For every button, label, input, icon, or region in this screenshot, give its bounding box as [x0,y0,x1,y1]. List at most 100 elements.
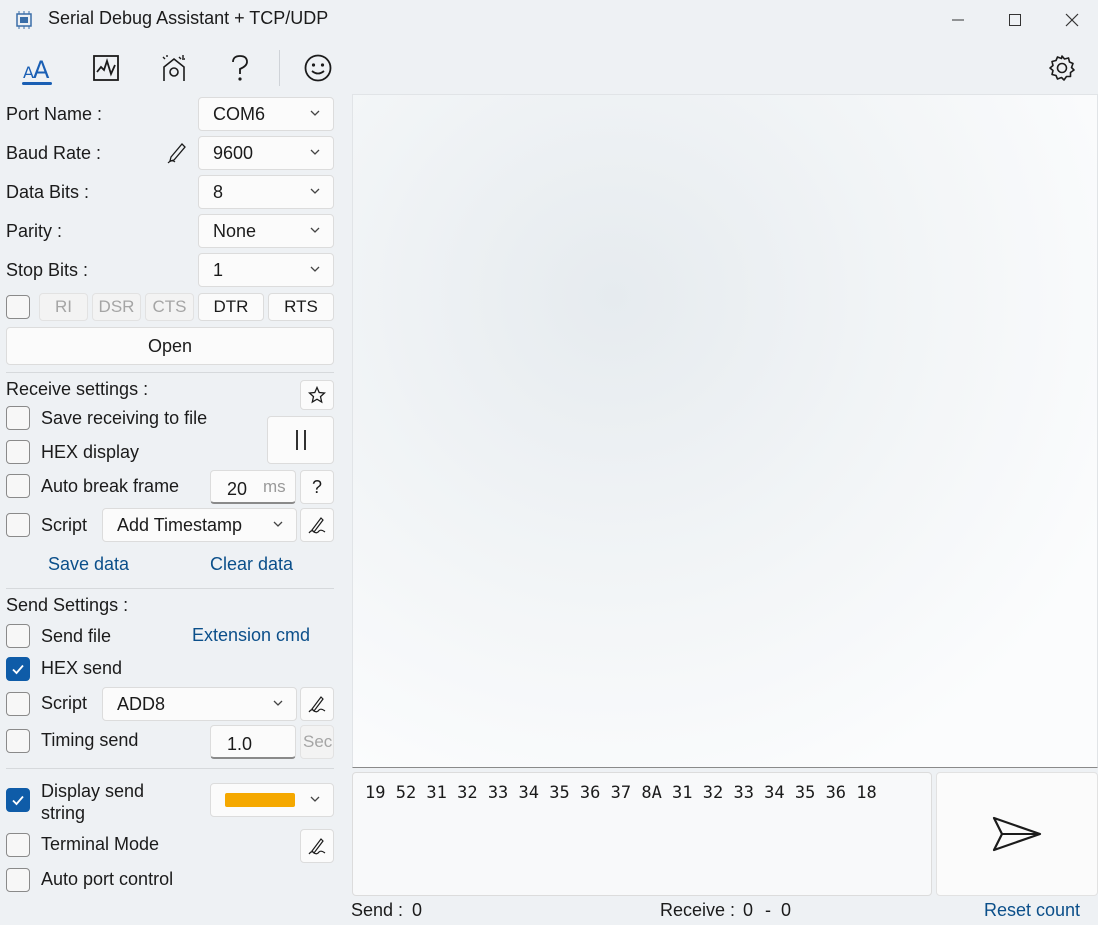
chart-button[interactable] [84,46,128,90]
hex-send-checkbox[interactable] [6,657,30,681]
baud-rate-select[interactable]: 9600 [198,136,334,170]
parity-value: None [213,220,257,241]
receive-settings-heading: Receive settings : [6,379,149,399]
parity-label: Parity : [6,221,63,241]
data-bits-select[interactable]: 8 [198,175,334,209]
parity-select[interactable]: None [198,214,334,248]
break-unit-label: ms [263,477,286,496]
receive-script-edit-button[interactable] [300,508,334,542]
send-icon [992,816,1042,852]
cts-indicator: CTS [145,293,194,321]
timing-interval-input[interactable]: 1.0 [210,725,296,759]
rts-button[interactable]: RTS [268,293,334,321]
send-script-checkbox[interactable] [6,692,30,716]
pause-icon [295,430,306,450]
feedback-button[interactable] [296,46,340,90]
pause-button[interactable] [267,416,334,464]
send-color-select[interactable] [210,783,334,817]
receive-count-separator: - [765,900,771,920]
timing-send-checkbox[interactable] [6,729,30,753]
pen-icon [167,143,186,164]
port-name-value: COM6 [213,103,266,124]
maximize-button[interactable] [992,6,1038,34]
chevron-down-icon [273,700,283,706]
signature-icon [308,838,326,855]
chart-icon [93,55,119,81]
reset-count-link[interactable]: Reset count [984,900,1080,921]
send-script-edit-button[interactable] [300,687,334,721]
dtr-button[interactable]: DTR [198,293,264,321]
receive-count-a: 0 [743,900,754,920]
settings-icon [1049,55,1075,81]
auto-port-control-checkbox[interactable] [6,868,30,892]
chevron-down-icon [310,266,320,272]
stop-bits-label: Stop Bits : [6,260,89,280]
receive-count-b: 0 [781,900,792,920]
break-interval-input[interactable]: 20 ms [210,470,296,504]
signal-checkbox[interactable] [6,295,30,319]
baud-edit-button[interactable] [164,140,190,166]
stop-bits-select[interactable]: 1 [198,253,334,287]
save-data-link[interactable]: Save data [48,554,129,575]
data-bits-value: 8 [213,181,224,202]
svg-text:A: A [33,56,50,82]
port-name-label: Port Name : [6,104,103,124]
window-title: Serial Debug Assistant + TCP/UDP [48,8,329,28]
save-to-file-checkbox[interactable] [6,406,30,430]
hex-send-label: HEX send [41,658,123,678]
auto-port-control-label: Auto port control [41,869,174,889]
settings-button[interactable] [1040,46,1084,90]
receive-script-label: Script [41,515,88,535]
signature-icon [308,517,326,534]
tools-icon [162,55,185,81]
display-send-string-checkbox[interactable] [6,788,30,812]
clear-data-link[interactable]: Clear data [210,554,293,575]
timing-unit-label: Sec [300,725,334,759]
receive-script-select[interactable]: Add Timestamp [102,508,297,542]
favorite-button[interactable] [300,380,334,410]
active-tab-indicator [22,82,52,85]
receive-area[interactable] [352,94,1098,768]
auto-break-checkbox[interactable] [6,474,30,498]
help-button[interactable] [218,46,262,90]
extension-cmd-link[interactable]: Extension cmd [192,625,310,646]
divider [6,588,334,589]
terminal-mode-label: Terminal Mode [41,834,160,854]
send-file-checkbox[interactable] [6,624,30,648]
terminal-mode-edit-button[interactable] [300,829,334,863]
close-button[interactable] [1049,6,1095,34]
chevron-down-icon [310,149,320,155]
port-name-select[interactable]: COM6 [198,97,334,131]
save-to-file-label: Save receiving to file [41,408,208,428]
chevron-down-icon [272,518,284,530]
star-icon [308,386,326,404]
title-bar: Serial Debug Assistant + TCP/UDP [0,0,1098,40]
receive-count-label: Receive : [660,900,736,920]
send-settings-heading: Send Settings : [6,595,129,615]
terminal-mode-checkbox[interactable] [6,833,30,857]
send-count: 0 [412,900,423,920]
hex-display-checkbox[interactable] [6,440,30,464]
receive-script-checkbox[interactable] [6,513,30,537]
chevron-down-icon [310,796,320,802]
settings-panel: Port Name : COM6 Baud Rate : 9600 Data B… [0,94,346,925]
data-bits-label: Data Bits : [6,182,90,202]
dsr-indicator: DSR [92,293,141,321]
tools-button[interactable] [152,46,196,90]
receive-script-value: Add Timestamp [117,514,243,535]
open-port-button[interactable]: Open [6,327,334,365]
break-interval-value: 20 [227,479,248,499]
app-icon [14,10,34,30]
hex-display-label: HEX display [41,442,140,462]
send-button[interactable] [936,772,1098,896]
display-send-string-label: Display send string [41,781,145,823]
checkmark-icon [12,664,24,675]
chevron-down-icon [310,227,320,233]
stop-bits-value: 1 [213,259,224,280]
smiley-icon [304,54,332,82]
minimize-button[interactable] [935,6,981,34]
send-script-select[interactable]: ADD8 [102,687,297,721]
send-input[interactable]: 19 52 31 32 33 34 35 36 37 8A 31 32 33 3… [352,772,932,896]
checkmark-icon [12,795,24,806]
auto-break-help-button[interactable]: ? [300,470,334,504]
